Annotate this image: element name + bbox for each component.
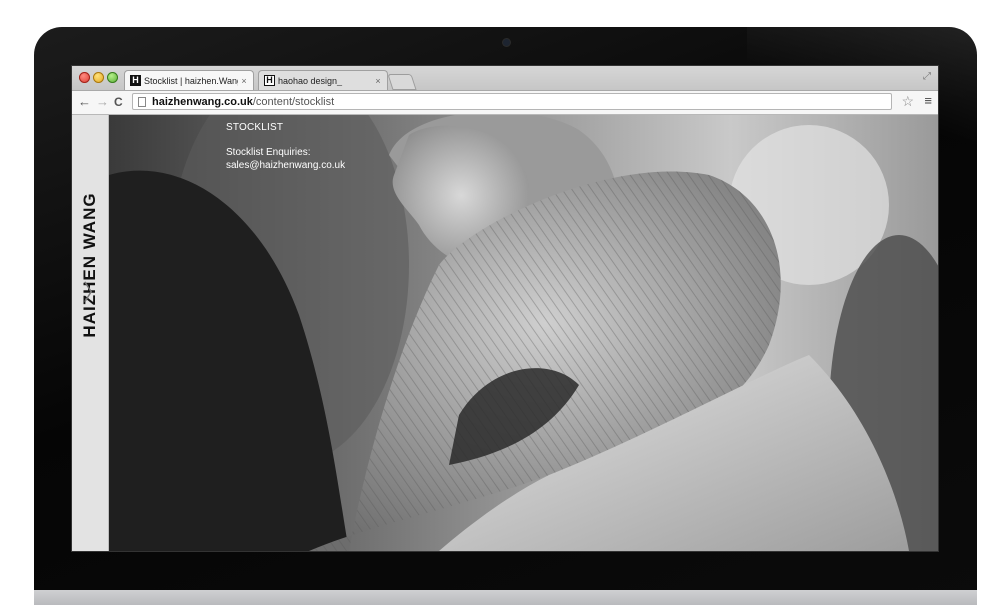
close-window-button[interactable]: [79, 72, 90, 83]
minimize-window-button[interactable]: [93, 72, 104, 83]
tab-stocklist[interactable]: H Stocklist | haizhen.Wang ×: [124, 70, 254, 90]
bookmark-star-icon[interactable]: ☆: [901, 93, 914, 110]
back-arrow-icon[interactable]: ←: [78, 94, 91, 110]
stocklist-content: STOCKLIST Stocklist Enquiries: sales@hai…: [226, 121, 345, 172]
url-path: /content/stocklist: [252, 95, 335, 108]
page-icon: [138, 96, 146, 107]
favicon-icon: H: [130, 75, 141, 86]
tab-title: haohao design_: [278, 75, 343, 86]
tab-haohao-design[interactable]: H haohao design_ ×: [258, 70, 388, 90]
brand-logo[interactable]: HAIZHEN WANG: [80, 192, 100, 337]
address-bar[interactable]: haizhenwang.co.uk /content/stocklist: [132, 93, 892, 110]
tab-close-icon[interactable]: ×: [372, 76, 384, 86]
favicon-icon: H: [264, 75, 275, 86]
email-link[interactable]: sales@haizhenwang.co.uk: [226, 159, 345, 172]
screen: H Stocklist | haizhen.Wang × H haohao de…: [72, 66, 938, 551]
fullscreen-icon[interactable]: ⤢: [923, 71, 931, 82]
page-title: STOCKLIST: [226, 122, 284, 133]
zoom-window-button[interactable]: [107, 72, 118, 83]
new-tab-button[interactable]: [387, 74, 417, 90]
tab-strip: H Stocklist | haizhen.Wang × H haohao de…: [72, 66, 938, 91]
monitor-chin: [34, 590, 977, 605]
hero-photo-image: [109, 115, 938, 551]
navigation-bar: ← → C haizhenwang.co.uk /content/stockli…: [72, 91, 938, 115]
reload-icon[interactable]: C: [114, 94, 123, 110]
url-host: haizhenwang.co.uk: [152, 95, 253, 108]
enquiries-label: Stocklist Enquiries:: [226, 147, 311, 158]
forward-arrow-icon[interactable]: →: [96, 94, 109, 110]
page-viewport: HAIZHEN WANG 〉 STOCKLIST Stocklist Enqui…: [72, 115, 938, 551]
tab-close-icon[interactable]: ×: [238, 76, 250, 86]
webcam: [503, 39, 510, 46]
chevron-right-icon[interactable]: 〉: [83, 283, 105, 305]
hero-photo: STOCKLIST Stocklist Enquiries: sales@hai…: [109, 115, 938, 551]
tab-title: Stocklist | haizhen.Wang: [144, 75, 238, 86]
menu-icon[interactable]: ≡: [924, 93, 932, 108]
site-sidebar: HAIZHEN WANG 〉: [72, 115, 109, 551]
